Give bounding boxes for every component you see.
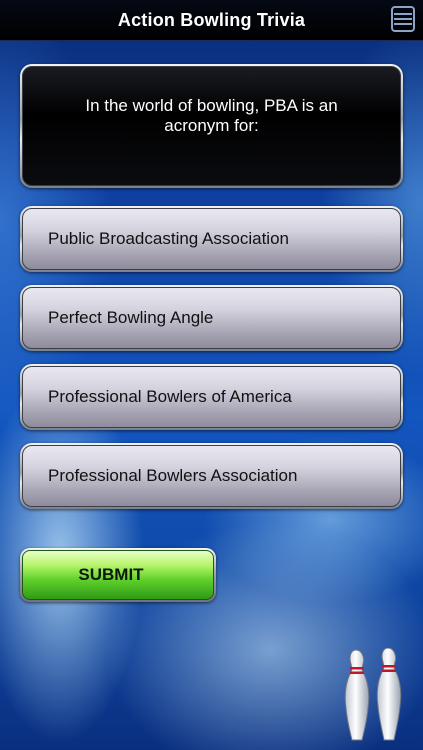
answer-option-label: Perfect Bowling Angle: [22, 287, 401, 349]
app-title: Action Bowling Trivia: [117, 10, 306, 30]
answer-option-label: Public Broadcasting Association: [22, 208, 401, 270]
answer-option-label: Professional Bowlers of America: [22, 366, 401, 428]
question-card: In the world of bowling, PBA is an acron…: [20, 64, 403, 188]
answer-option-1[interactable]: Public Broadcasting Association: [20, 206, 403, 272]
answer-option-4[interactable]: Professional Bowlers Association: [20, 443, 403, 509]
menu-button[interactable]: [389, 5, 419, 35]
title-bar: Action Bowling Trivia: [0, 0, 423, 41]
question-text: In the world of bowling, PBA is an acron…: [22, 66, 401, 186]
answer-option-2[interactable]: Perfect Bowling Angle: [20, 285, 403, 351]
answer-option-label: Professional Bowlers Association: [22, 445, 401, 507]
bowling-pins-decoration: [340, 647, 410, 742]
bowling-pins-icon: [344, 647, 402, 741]
submit-button-label: SUBMIT: [22, 550, 214, 600]
menu-icon: [391, 6, 415, 32]
submit-button[interactable]: SUBMIT: [20, 548, 216, 602]
answer-option-3[interactable]: Professional Bowlers of America: [20, 364, 403, 430]
